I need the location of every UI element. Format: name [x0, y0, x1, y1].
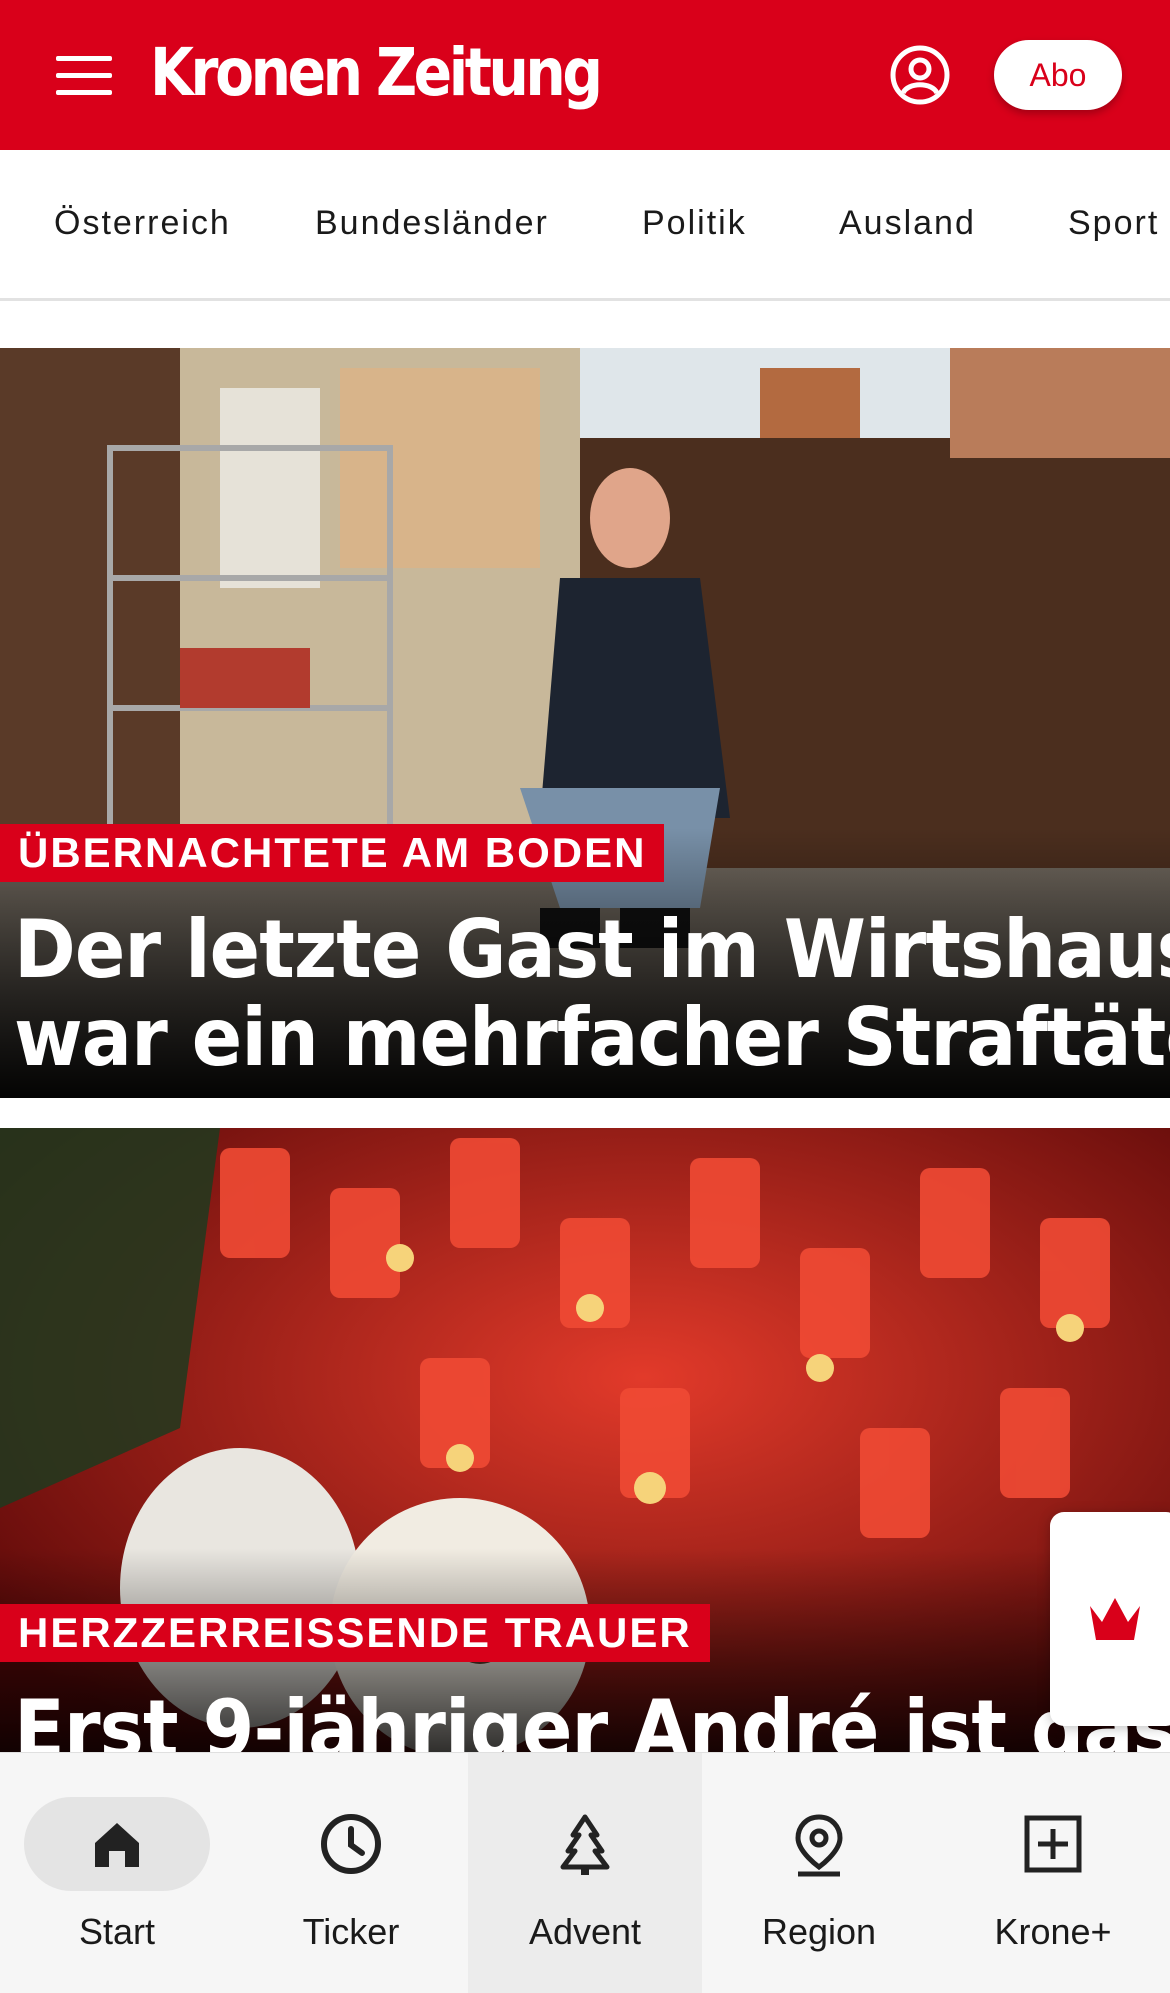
article-1-headline-line-2: war ein mehrfacher Straftäter — [14, 991, 1170, 1084]
tree-icon — [560, 1814, 610, 1875]
article-card-1[interactable]: ÜBERNACHTETE AM BODEN Der letzte Gast im… — [0, 348, 1170, 1098]
bottom-nav-ticker[interactable]: Ticker — [234, 1753, 468, 1993]
abo-button[interactable]: Abo — [994, 40, 1122, 110]
home-icon — [95, 1823, 139, 1867]
app-header: Kronen Zeitung Abo — [0, 0, 1170, 150]
article-card-2[interactable]: HERZZERREISSENDE TRAUER Erst 9-jähriger … — [0, 1128, 1170, 1752]
nav-item-sport[interactable]: Sport — [1068, 204, 1159, 243]
clock-icon — [321, 1814, 381, 1874]
kronen-zeitung-logo[interactable]: Kronen Zeitung — [150, 34, 603, 111]
nav-item-politik[interactable]: Politik — [642, 204, 747, 243]
plus-box-icon — [1024, 1815, 1082, 1873]
location-pin-icon — [795, 1814, 843, 1877]
user-account-icon[interactable] — [890, 45, 950, 105]
nav-item-ausland[interactable]: Ausland — [839, 204, 976, 243]
bottom-nav-start[interactable]: Start — [0, 1753, 234, 1993]
bottom-nav-label-start: Start — [78, 1911, 156, 1952]
article-2-kicker: HERZZERREISSENDE TRAUER — [0, 1604, 710, 1662]
bottom-nav-krone-plus[interactable]: Krone+ — [936, 1753, 1170, 1993]
bottom-nav-label-advent: Advent — [528, 1911, 642, 1952]
menu-icon[interactable] — [56, 56, 112, 96]
article-2-headline-line-1: Erst 9-jähriger André ist das — [14, 1683, 1170, 1753]
bottom-nav-label-region: Region — [761, 1911, 877, 1952]
article-1-kicker: ÜBERNACHTETE AM BODEN — [0, 824, 665, 882]
bottom-navigation: Start Ticker Advent Region Krone+ — [0, 1752, 1170, 1993]
bottom-nav-label-ticker: Ticker — [302, 1911, 400, 1952]
krone-crown-icon — [1090, 1598, 1140, 1640]
nav-item-bundeslaender[interactable]: Bundesländer — [315, 204, 549, 243]
bottom-nav-advent[interactable]: Advent — [468, 1753, 702, 1993]
nav-item-oesterreich[interactable]: Österreich — [54, 204, 231, 243]
section-nav: Österreich Bundesländer Politik Ausland … — [0, 150, 1170, 301]
krone-side-tab[interactable] — [1050, 1512, 1170, 1726]
article-1-headline-line-1: Der letzte Gast im Wirtshaus — [14, 903, 1170, 996]
bottom-nav-label-krone-plus: Krone+ — [994, 1911, 1112, 1952]
bottom-nav-region[interactable]: Region — [702, 1753, 936, 1993]
